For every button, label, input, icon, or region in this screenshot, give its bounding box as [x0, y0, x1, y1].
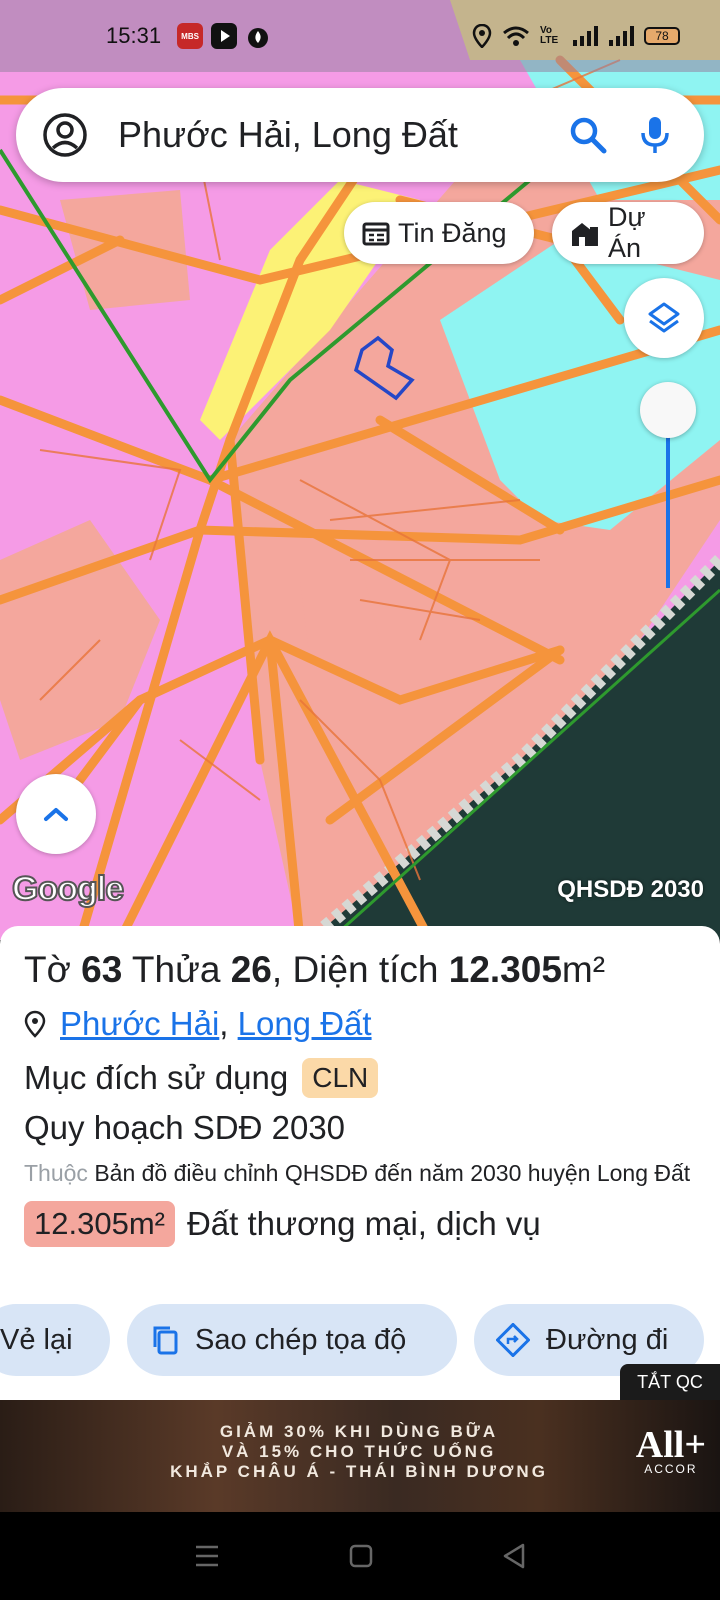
location-icon [472, 24, 492, 48]
copy-coordinates-label: Sao chép tọa độ [195, 1323, 407, 1356]
directions-icon [496, 1323, 530, 1357]
source-text: Bản đồ điều chỉnh QHSDĐ đến năm 2030 huy… [87, 1160, 691, 1186]
purpose-label: Mục đích sử dụng [24, 1059, 289, 1096]
map-layer-label: QHSDĐ 2030 [557, 876, 704, 903]
zone-row: 12.305m² Đất thương mại, dịch vụ [24, 1200, 696, 1248]
system-nav-bar [0, 1512, 720, 1600]
directions-label: Đường đi [546, 1323, 669, 1356]
area-value: 12.305 [448, 949, 562, 990]
ad-line-1: GIẢM 30% KHI DÙNG BỮA [219, 1422, 499, 1441]
back-icon[interactable] [502, 1543, 526, 1569]
purpose-code-badge: CLN [302, 1058, 379, 1098]
expand-panel-button[interactable] [16, 774, 96, 854]
title-mid: Thửa [122, 949, 231, 990]
ad-line-2: VÀ 15% CHO THỨC UỐNG [221, 1442, 497, 1461]
zone-area-badge: 12.305m² [24, 1201, 175, 1247]
home-icon[interactable] [349, 1544, 373, 1568]
ad-brand-logo: All+ ACCOR [636, 1426, 706, 1476]
pin-icon [24, 1010, 46, 1038]
title-area-label: , Diện tích [271, 949, 449, 990]
sheet-number: 63 [81, 949, 123, 990]
layers-button[interactable] [624, 278, 704, 358]
fire-icon [245, 23, 271, 49]
wifi-icon [503, 26, 529, 46]
redraw-label: Vẻ lại [0, 1323, 73, 1356]
projects-chip[interactable]: Dự Án [552, 202, 704, 264]
signal-icon [609, 26, 634, 46]
calendar-list-icon [362, 222, 390, 246]
chevron-up-icon [44, 808, 68, 821]
ad-brand-name: All+ [635, 1424, 706, 1466]
close-ad-button[interactable]: TẮT QC [620, 1364, 720, 1400]
projects-chip-label: Dự Án [607, 202, 646, 263]
search-icon[interactable] [568, 115, 608, 155]
source-muted: Thuộc [24, 1160, 88, 1186]
search-bar[interactable]: Phước Hải, Long Đất [16, 88, 704, 182]
address-row: Phước Hải, Long Đất [24, 1002, 696, 1046]
status-icons: Vo LTE 78 [472, 24, 680, 48]
buildings-icon [571, 223, 598, 246]
youtube-icon [211, 23, 238, 49]
battery-indicator: 78 [644, 27, 680, 45]
plot-number: 26 [230, 949, 272, 990]
layers-icon [648, 302, 680, 333]
ad-brand-sub: ACCOR [644, 1462, 698, 1476]
district-link[interactable]: Long Đất [238, 1002, 372, 1046]
status-time: 15:31 [106, 23, 162, 48]
account-icon[interactable] [42, 112, 88, 158]
ad-line-3: KHẮP CHÂU Á - THÁI BÌNH DƯƠNG [170, 1462, 548, 1481]
signal-icon [573, 26, 598, 46]
commune-link[interactable]: Phước Hải [60, 1002, 219, 1046]
address-separator: , [219, 1005, 238, 1042]
title-prefix: Tờ [24, 949, 82, 990]
status-bar: 15:31 MBS Vo LTE 78 [0, 0, 720, 72]
ad-banner[interactable]: GIẢM 30% KHI DÙNG BỮA VÀ 15% CHO THỨC UỐ… [0, 1400, 720, 1512]
volte-icon: Vo LTE [540, 25, 559, 46]
listings-chip-label: Tin Đăng [398, 217, 507, 248]
google-logo: Google [11, 869, 125, 909]
mbs-app-icon: MBS [177, 23, 204, 49]
parcel-title: Tờ 63 Thửa 26, Diện tích 12.305m² [24, 946, 696, 994]
copy-coordinates-button[interactable]: Sao chép tọa độ [127, 1304, 457, 1376]
plan-source: Thuộc Bản đồ điều chỉnh QHSDĐ đến năm 20… [24, 1154, 696, 1192]
plan-title: Quy hoạch SDĐ 2030 [24, 1109, 346, 1146]
redraw-button[interactable]: Vẻ lại [0, 1304, 110, 1376]
copy-icon [153, 1326, 178, 1355]
opacity-slider-thumb[interactable] [640, 382, 696, 438]
zone-type: Đất thương mại, dịch vụ [186, 1205, 541, 1242]
search-input[interactable]: Phước Hải, Long Đất [118, 114, 568, 156]
ad-text: GIẢM 30% KHI DÙNG BỮA VÀ 15% CHO THỨC UỐ… [124, 1422, 594, 1482]
land-use-purpose-row: Mục đích sử dụng CLN [24, 1054, 696, 1102]
listings-chip[interactable]: Tin Đăng [344, 202, 534, 264]
menu-icon[interactable] [194, 1544, 220, 1568]
area-unit: m² [561, 949, 606, 990]
mic-icon[interactable] [638, 115, 672, 155]
